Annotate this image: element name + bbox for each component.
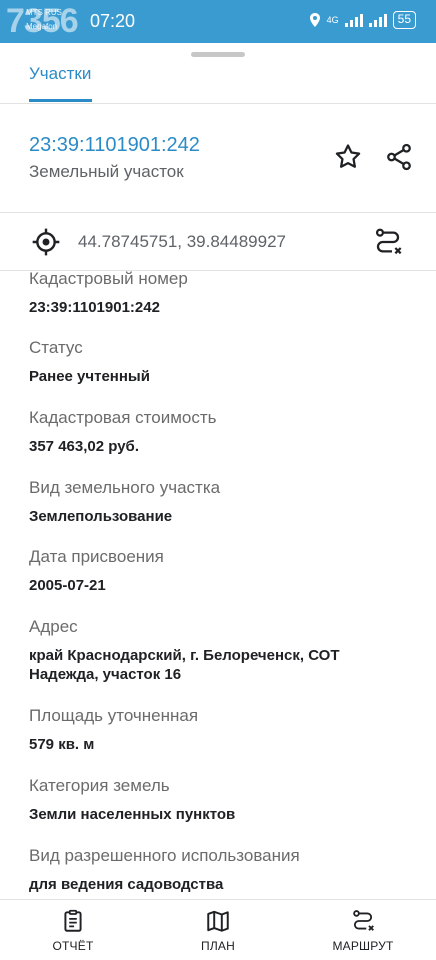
info-status: Статус Ранее учтенный xyxy=(29,338,409,386)
field-value: Земли населенных пунктов xyxy=(29,806,236,823)
info-assign-date: Дата присвоения 2005-07-21 xyxy=(29,547,409,595)
sheet-drag-handle[interactable] xyxy=(191,52,245,57)
star-icon xyxy=(335,144,361,168)
field-value: для ведения садоводства xyxy=(29,876,224,893)
field-value: 579 кв. м xyxy=(29,736,95,753)
status-bar: MTS RUS Megafon 7356 07:20 4G 55 xyxy=(0,0,436,43)
field-label: Кадастровый номер xyxy=(29,271,188,288)
report-label: ОТЧЁТ xyxy=(52,939,94,953)
coordinates-text[interactable]: 44.78745751, 39.84489927 xyxy=(78,232,286,252)
watermark: 7356 xyxy=(6,2,79,40)
locate-icon xyxy=(32,228,60,256)
status-indicators: 4G 55 xyxy=(309,11,416,29)
field-value: Землепользование xyxy=(29,508,173,525)
bottom-nav: ОТЧЁТ ПЛАН МАРШРУТ xyxy=(0,900,436,960)
report-button[interactable]: ОТЧЁТ xyxy=(18,908,128,953)
network-type: 4G xyxy=(326,14,339,25)
route-icon xyxy=(353,910,374,931)
divider xyxy=(0,103,436,104)
field-label: Вид разрешенного использования xyxy=(29,846,300,865)
locate-button[interactable] xyxy=(30,226,62,263)
divider xyxy=(0,212,436,213)
field-label: Статус xyxy=(29,338,83,357)
report-icon xyxy=(64,909,82,932)
info-address: Адрес край Краснодарский, г. Белореченск… xyxy=(29,617,409,684)
info-land-type: Вид земельного участка Землепользование xyxy=(29,478,409,526)
tab-active-indicator xyxy=(29,99,92,102)
route-button[interactable] xyxy=(372,226,404,263)
field-label: Адрес xyxy=(29,617,78,636)
info-cadastral-number: Кадастровый номер 23:39:1101901:242 xyxy=(29,271,409,317)
field-value: 357 463,02 руб. xyxy=(29,438,139,455)
field-value: Ранее учтенный xyxy=(29,368,150,385)
plan-button[interactable]: ПЛАН xyxy=(163,908,273,953)
battery-indicator: 55 xyxy=(392,11,416,29)
field-label: Площадь уточненная xyxy=(29,706,199,725)
field-label: Вид земельного участка xyxy=(29,478,221,497)
status-time: 07:20 xyxy=(90,11,136,31)
field-value: 2005-07-21 xyxy=(29,577,106,594)
signal-icon-2 xyxy=(368,13,387,27)
signal-icon xyxy=(344,13,363,27)
share-icon xyxy=(387,143,411,171)
favorite-button[interactable] xyxy=(330,139,366,175)
plan-label: ПЛАН xyxy=(201,939,235,953)
field-value: 23:39:1101901:242 xyxy=(29,299,160,316)
route-icon xyxy=(375,228,402,255)
map-icon xyxy=(207,910,229,932)
tab-plots[interactable]: Участки xyxy=(29,64,91,84)
field-label: Категория земель xyxy=(29,776,170,795)
object-type: Земельный участок xyxy=(29,162,184,181)
info-area-size: Площадь уточненная 579 кв. м xyxy=(29,706,409,754)
info-land-category: Категория земель Земли населенных пункто… xyxy=(29,776,409,824)
field-value: край Краснодарский, г. Белореченск, СОТ … xyxy=(29,647,340,683)
info-permitted-use: Вид разрешенного использования для веден… xyxy=(29,846,409,894)
share-button[interactable] xyxy=(381,139,417,175)
info-cadastral-value: Кадастровая стоимость 357 463,02 руб. xyxy=(29,408,409,456)
coordinates-row: 44.78745751, 39.84489927 xyxy=(0,214,436,270)
info-list[interactable]: Кадастровый номер 23:39:1101901:242 Стат… xyxy=(0,271,436,899)
location-icon xyxy=(309,13,320,27)
route-label: МАРШРУТ xyxy=(332,939,394,953)
field-label: Кадастровая стоимость xyxy=(29,408,217,427)
cadastral-number-title: 23:39:1101901:242 xyxy=(29,134,200,156)
field-label: Дата присвоения xyxy=(29,547,164,566)
route-nav-button[interactable]: МАРШРУТ xyxy=(308,908,418,953)
